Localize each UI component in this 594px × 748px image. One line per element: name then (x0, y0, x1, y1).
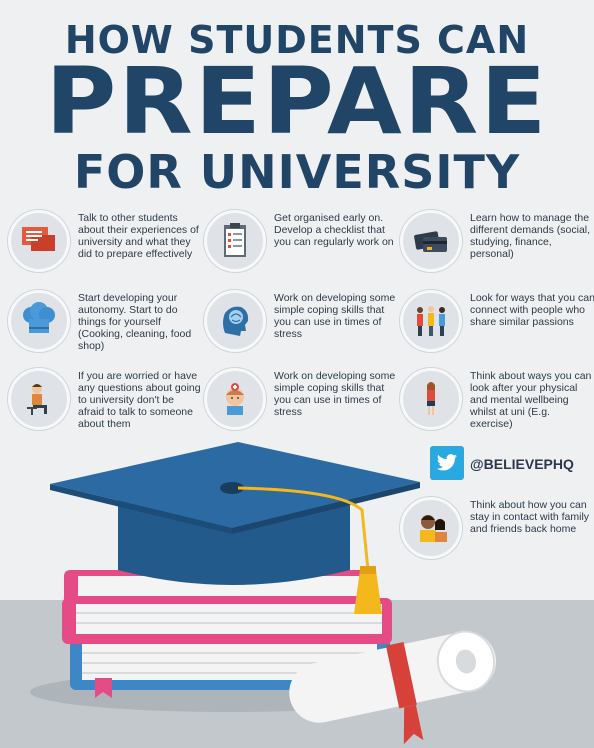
tip-text: Learn how to manage the different demand… (470, 212, 591, 260)
tip-connect-people: Look for ways that you can connect with … (400, 290, 594, 362)
tip-text: If you are worried or have any questions… (78, 370, 201, 430)
tip-talk-to-students: Talk to other students about their exper… (8, 210, 199, 282)
middle-book-pink (62, 598, 392, 644)
title-line-3: FOR UNIVERSITY (73, 145, 521, 199)
chat-bubbles-icon (8, 210, 70, 272)
cards-wallet-icon (400, 210, 462, 272)
tip-text: Get organised early on. Develop a checkl… (274, 212, 394, 248)
chef-hat-icon (8, 290, 70, 352)
tip-get-organised: Get organised early on. Develop a checkl… (204, 210, 394, 282)
group-people-icon (400, 290, 462, 352)
tip-text: Think about ways you can look after your… (470, 370, 592, 430)
tip-coping-skills-1: Work on developing some simple coping sk… (204, 290, 395, 362)
brain-head-icon (204, 290, 266, 352)
person-sitting-icon (8, 368, 70, 430)
tip-autonomy: Start developing your autonomy. Start to… (8, 290, 198, 362)
tip-text: Look for ways that you can connect with … (470, 292, 594, 328)
tip-text: Work on developing some simple coping sk… (274, 292, 396, 340)
graduation-scene-illustration (0, 442, 594, 748)
tip-text: Work on developing some simple coping sk… (274, 370, 396, 418)
tip-manage-demands: Learn how to manage the different demand… (400, 210, 590, 282)
checklist-clipboard-icon (204, 210, 266, 272)
tip-text: Start developing your autonomy. Start to… (78, 292, 192, 352)
meditating-person-icon (204, 368, 266, 430)
woman-standing-icon (400, 368, 462, 430)
title-line-2: PREPARE (45, 48, 549, 155)
tip-text: Talk to other students about their exper… (78, 212, 199, 260)
